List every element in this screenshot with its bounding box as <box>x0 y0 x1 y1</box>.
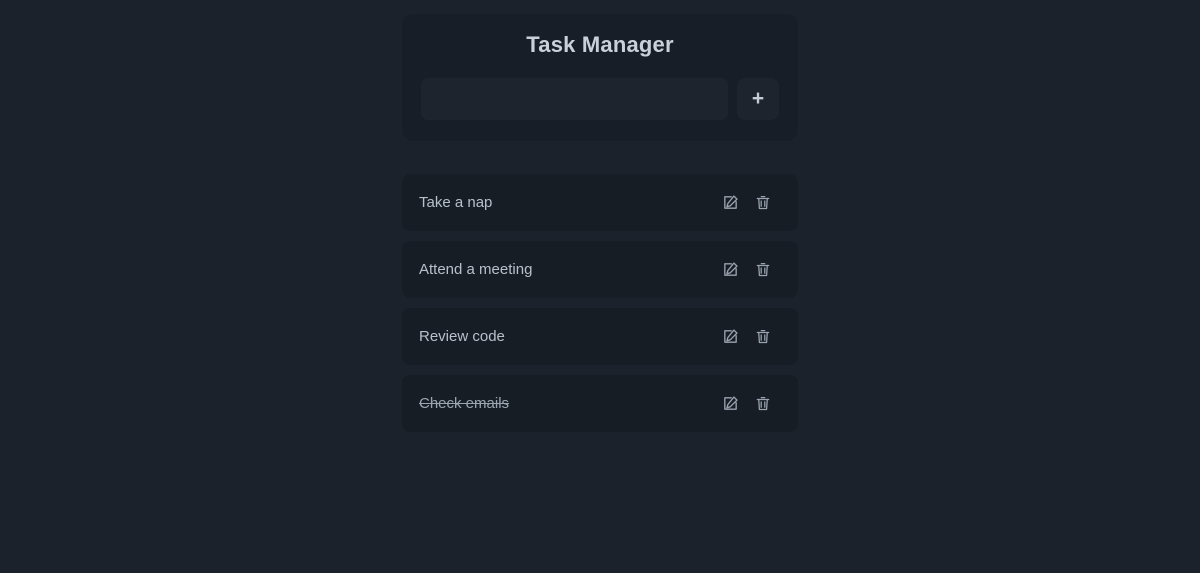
task-row[interactable]: Check emails <box>402 375 798 432</box>
task-label: Check emails <box>419 395 510 412</box>
task-label: Review code <box>419 328 505 345</box>
task-actions <box>721 327 772 347</box>
trash-icon[interactable] <box>753 193 772 213</box>
task-row[interactable]: Take a nap <box>402 174 798 231</box>
new-task-form: + <box>421 78 779 120</box>
edit-icon[interactable] <box>721 327 740 347</box>
task-manager-app: Task Manager + Take a nap Attend a meeti… <box>0 0 1200 573</box>
task-row[interactable]: Review code <box>402 308 798 365</box>
add-task-button[interactable]: + <box>737 78 779 120</box>
trash-icon[interactable] <box>753 260 772 280</box>
task-actions <box>721 394 772 414</box>
task-label: Take a nap <box>419 194 493 211</box>
page-title: Task Manager <box>526 32 674 57</box>
edit-icon[interactable] <box>721 260 740 280</box>
new-task-input[interactable] <box>421 78 728 120</box>
task-row[interactable]: Attend a meeting <box>402 241 798 298</box>
task-actions <box>721 260 772 280</box>
task-list: Take a nap Attend a meeting Review code … <box>402 174 798 432</box>
trash-icon[interactable] <box>753 327 772 347</box>
edit-icon[interactable] <box>721 193 740 213</box>
task-actions <box>721 193 772 213</box>
task-label: Attend a meeting <box>419 261 533 278</box>
trash-icon[interactable] <box>753 394 772 414</box>
header-panel: Task Manager + <box>402 14 798 141</box>
edit-icon[interactable] <box>721 394 740 414</box>
